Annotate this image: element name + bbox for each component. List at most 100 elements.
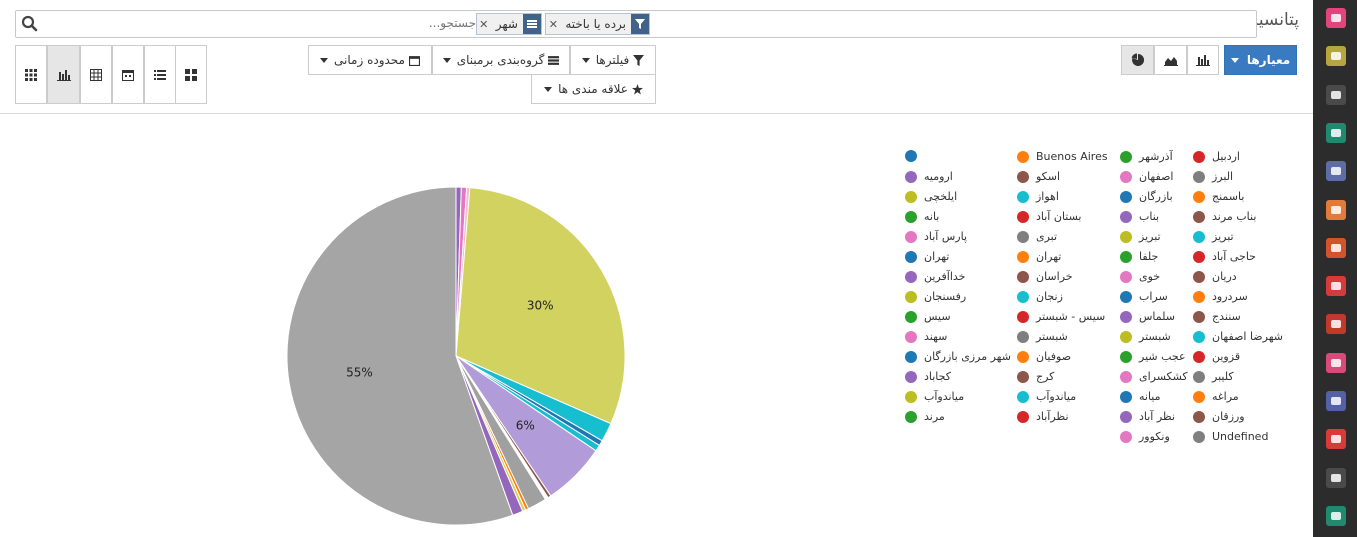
legend-item[interactable]: عجب شیر — [1120, 350, 1186, 363]
contacts-icon[interactable] — [1326, 122, 1346, 143]
legend-item[interactable]: حاجی آباد — [1193, 250, 1256, 263]
legend-item[interactable]: بستان آباد — [1017, 210, 1082, 223]
legend-item[interactable]: خراسان — [1017, 270, 1073, 283]
folder-icon[interactable] — [1326, 276, 1346, 297]
legend-item[interactable]: رفسنجان — [905, 290, 966, 303]
legend-item[interactable]: بناب مرند — [1193, 210, 1256, 223]
legend-item[interactable]: سراب — [1120, 290, 1168, 303]
legend-item[interactable]: میاندوآب — [1017, 390, 1076, 403]
legend-item[interactable]: تبریز — [1193, 230, 1234, 243]
view-list[interactable] — [144, 45, 176, 104]
legend-item[interactable]: زنجان — [1017, 290, 1063, 303]
facet-groupby[interactable]: شهر ✕ — [475, 13, 542, 35]
legend-item[interactable]: Buenos Aires — [1017, 150, 1108, 163]
legend-item[interactable]: البرز — [1193, 170, 1233, 183]
view-graph[interactable] — [47, 45, 80, 104]
legend-item[interactable]: اصفهان — [1120, 170, 1173, 183]
bar-chart-button[interactable] — [1187, 45, 1219, 75]
legend-item[interactable]: جلفا — [1120, 250, 1158, 263]
measures-dropdown[interactable]: معیارها — [1224, 45, 1297, 75]
search-icon[interactable] — [20, 14, 40, 34]
legend-item[interactable]: سهند — [905, 330, 947, 343]
search-bar[interactable]: برده یا باخته ✕ شهر ✕ — [15, 10, 1257, 38]
legend-item[interactable]: مراغه — [1193, 390, 1239, 403]
legend-item[interactable]: شهر مرزی بازرگان — [905, 350, 1011, 363]
legend-item[interactable]: سیس - شبستر — [1017, 310, 1105, 323]
search-input[interactable] — [296, 16, 476, 30]
legend-item[interactable]: آذرشهر — [1120, 150, 1173, 163]
close-icon[interactable]: ✕ — [546, 14, 560, 34]
legend-swatch — [905, 330, 917, 343]
legend-item[interactable]: دریان — [1193, 270, 1237, 283]
handshake-icon[interactable] — [1326, 161, 1346, 182]
legend-item[interactable]: ورزقان — [1193, 410, 1245, 423]
filters-dropdown[interactable]: فیلترها — [570, 45, 656, 75]
calendar-icon[interactable] — [1326, 46, 1346, 67]
legend-item[interactable]: کجاباد — [905, 370, 951, 383]
view-calendar[interactable] — [112, 45, 144, 104]
legend-item[interactable]: اسکو — [1017, 170, 1060, 183]
legend-item[interactable]: سردرود — [1193, 290, 1248, 303]
legend-item[interactable]: خداآفرین — [905, 270, 965, 283]
legend-item[interactable]: باسمنج — [1193, 190, 1244, 203]
globe-icon[interactable] — [1326, 237, 1346, 258]
legend-item[interactable]: کرج — [1017, 370, 1054, 383]
legend-item[interactable]: تهران — [905, 250, 949, 263]
view-kanban[interactable] — [175, 45, 207, 104]
employees-icon[interactable] — [1326, 352, 1346, 373]
legend-item[interactable]: مرند — [905, 410, 945, 423]
legend-item[interactable]: تبری — [1017, 230, 1057, 243]
pie-chart-button[interactable] — [1121, 45, 1154, 75]
legend-item[interactable]: تبریز — [1120, 230, 1161, 243]
box-icon[interactable] — [1326, 314, 1346, 335]
legend-item[interactable] — [905, 150, 924, 162]
legend-item[interactable]: ونکوور — [1120, 430, 1170, 443]
legend-item[interactable]: Undefined — [1193, 430, 1268, 443]
legend-item[interactable]: خوی — [1120, 270, 1160, 283]
legend-item[interactable]: ارومیه — [905, 170, 953, 183]
timerange-dropdown[interactable]: محدوده زمانی — [308, 45, 432, 75]
legend-item[interactable]: بانه — [905, 210, 939, 223]
facet-filter[interactable]: برده یا باخته ✕ — [545, 13, 650, 35]
legend-item[interactable]: کلیبر — [1193, 370, 1234, 383]
legend-item[interactable]: بناب — [1120, 210, 1159, 223]
send-icon[interactable] — [1326, 467, 1346, 488]
timer-icon[interactable] — [1326, 429, 1346, 450]
legend-swatch — [1017, 390, 1029, 403]
legend-item[interactable]: شبستر — [1017, 330, 1068, 343]
legend-item[interactable]: قزوین — [1193, 350, 1240, 363]
area-chart-button[interactable] — [1154, 45, 1187, 75]
legend-item[interactable]: اهواز — [1017, 190, 1059, 203]
puzzle-icon[interactable] — [1326, 391, 1346, 411]
legend-item[interactable]: میاندوآب — [905, 390, 964, 403]
legend-item[interactable]: اردبیل — [1193, 150, 1240, 163]
pie-chart: 55% 30% 6% — [286, 186, 626, 526]
legend-item[interactable]: نظر آباد — [1120, 410, 1175, 423]
tag-icon[interactable] — [1326, 505, 1346, 526]
trending-icon[interactable] — [1326, 199, 1346, 220]
legend-item[interactable]: سیس — [905, 310, 951, 323]
legend-swatch — [905, 170, 917, 183]
legend-item[interactable]: کشکسرای — [1120, 370, 1188, 383]
legend-item[interactable]: پارس آباد — [905, 230, 967, 243]
legend-item[interactable]: ایلخچی — [905, 190, 957, 203]
view-grid[interactable] — [15, 45, 47, 104]
legend-item[interactable]: سلماس — [1120, 310, 1175, 323]
chat-icon[interactable] — [1326, 8, 1346, 28]
legend-item[interactable]: تهران — [1017, 250, 1061, 263]
close-icon[interactable]: ✕ — [477, 14, 491, 34]
legend-label: خداآفرین — [924, 270, 966, 283]
notes-icon[interactable] — [1326, 84, 1346, 105]
legend-label: ایلخچی — [924, 190, 958, 203]
view-pivot[interactable] — [80, 45, 112, 104]
legend-swatch — [1193, 290, 1205, 303]
legend-item[interactable]: بازرگان — [1120, 190, 1173, 203]
legend-item[interactable]: صوفیان — [1017, 350, 1071, 363]
groupby-dropdown[interactable]: گروه‌بندی برمبنای — [432, 45, 570, 75]
legend-item[interactable]: نظرآباد — [1017, 410, 1069, 423]
legend-item[interactable]: شبستر — [1120, 330, 1171, 343]
favorites-dropdown[interactable]: علاقه مندی ها — [531, 74, 656, 104]
legend-item[interactable]: سنندج — [1193, 310, 1241, 323]
legend-item[interactable]: شهرضا اصفهان — [1193, 330, 1283, 343]
legend-item[interactable]: میانه — [1120, 390, 1161, 403]
